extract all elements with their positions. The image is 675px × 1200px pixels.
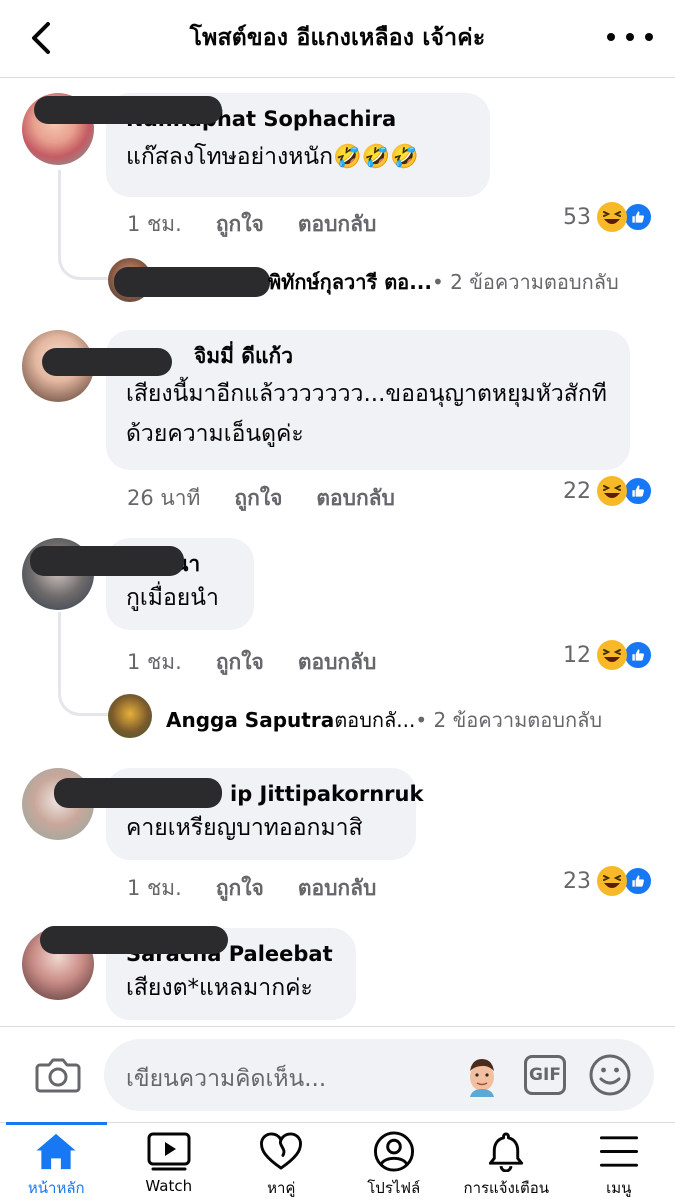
nav-profile[interactable]: โปรไฟล์ — [338, 1123, 451, 1200]
menu-icon — [599, 1136, 638, 1167]
emoji-icon[interactable] — [588, 1053, 632, 1097]
comment-text: กูเมื่อยนำ — [126, 585, 219, 611]
like-reaction-icon — [623, 866, 653, 896]
like-reaction-icon — [623, 476, 653, 506]
reaction-summary[interactable]: 22 — [563, 476, 653, 506]
nav-menu-label: เมนู — [606, 1179, 632, 1197]
reply-count: • 2 ข้อความตอบกลับ — [431, 270, 619, 294]
watch-icon — [147, 1132, 191, 1171]
reply-button[interactable]: ตอบกลับ — [298, 872, 377, 905]
comment-text: คายเหรียญบาทออกมาสิ — [126, 815, 363, 841]
dating-heart-icon — [260, 1132, 303, 1170]
redaction-bar — [30, 546, 184, 576]
reaction-count: 12 — [563, 642, 591, 668]
redaction-bar — [34, 96, 222, 124]
like-reaction-icon — [623, 202, 653, 232]
comment-actions: 1 ชม. ถูกใจ ตอบกลับ — [127, 872, 376, 905]
bottom-navigation: หน้าหลัก Watch หาคู่ โปรไฟล์ การแจ้งเตือ… — [0, 1122, 675, 1200]
page-title: โพสต์ของ อีแกงเหลือง เจ้าค่ะ — [189, 25, 486, 51]
nav-notifications[interactable]: การแจ้งเตือน — [450, 1123, 563, 1200]
reply-count: • 2 ข้อความตอบกลับ — [415, 708, 603, 732]
comment-actions: 1 ชม. ถูกใจ ตอบกลับ — [127, 208, 376, 241]
reply-thread-line — [58, 170, 108, 280]
reply-thread-line — [58, 612, 108, 716]
reaction-count: 23 — [563, 868, 591, 894]
redaction-bar — [114, 267, 270, 297]
like-reaction-icon — [623, 640, 653, 670]
comment-bubble[interactable]: จิมมี่ ดีแก้ว เสียงนี้มาอีกแล้ววววววว...… — [106, 330, 630, 470]
reply-action: ตอบกลั... — [334, 708, 416, 732]
redaction-bar — [40, 926, 228, 954]
haha-reaction-icon — [597, 866, 627, 896]
comment-author[interactable]: จิมมี่ ดีแก้ว — [126, 342, 610, 370]
avatar-sticker-icon[interactable] — [460, 1053, 504, 1097]
nav-dating[interactable]: หาคู่ — [225, 1123, 338, 1200]
comment-composer: เขียนความคิดเห็น... GIF — [0, 1026, 675, 1122]
avatar[interactable] — [108, 694, 152, 738]
nav-watch[interactable]: Watch — [113, 1123, 226, 1200]
gif-button[interactable]: GIF — [524, 1055, 566, 1095]
nav-notifications-label: การแจ้งเตือน — [463, 1179, 549, 1197]
like-button[interactable]: ถูกใจ — [216, 646, 264, 679]
reply-button[interactable]: ตอบกลับ — [316, 482, 395, 515]
comment-actions: 1 ชม. ถูกใจ ตอบกลับ — [127, 646, 376, 679]
comment-input[interactable]: เขียนความคิดเห็น... GIF — [104, 1039, 654, 1111]
comment-time: 1 ชม. — [127, 212, 182, 236]
profile-icon — [373, 1131, 414, 1172]
comment-text: แก๊สลงโทษอย่างหนัก🤣🤣🤣 — [126, 144, 419, 170]
haha-reaction-icon — [597, 640, 627, 670]
comment-actions: 26 นาที ถูกใจ ตอบกลับ — [127, 482, 395, 515]
camera-icon[interactable] — [34, 1055, 82, 1095]
like-button[interactable]: ถูกใจ — [216, 208, 264, 241]
comment-input-placeholder: เขียนความคิดเห็น... — [126, 1066, 327, 1092]
like-button[interactable]: ถูกใจ — [234, 482, 282, 515]
nav-profile-label: โปรไฟล์ — [367, 1179, 421, 1197]
comment-text: เสียงนี้มาอีกแล้ววววววว...ขออนุญาตหยุมหั… — [126, 381, 607, 447]
bell-icon — [489, 1132, 524, 1172]
reaction-summary[interactable]: 53 — [563, 202, 653, 232]
reaction-summary[interactable]: 23 — [563, 866, 653, 896]
reply-button[interactable]: ตอบกลับ — [298, 646, 377, 679]
comment-time: 26 นาที — [127, 486, 201, 510]
reaction-count: 53 — [563, 204, 591, 230]
comment-text: เสียงต*แหลมากค่ะ — [126, 975, 313, 1001]
haha-reaction-icon — [597, 476, 627, 506]
nav-dating-label: หาคู่ — [267, 1179, 296, 1197]
comment-time: 1 ชม. — [127, 650, 182, 674]
like-button[interactable]: ถูกใจ — [216, 872, 264, 905]
more-options-icon[interactable] — [607, 24, 653, 50]
home-icon — [36, 1133, 76, 1170]
reaction-summary[interactable]: 12 — [563, 640, 653, 670]
view-replies-link[interactable]: Angga Saputra ตอบกลั... • 2 ข้อความตอบกล… — [166, 704, 602, 736]
nav-menu[interactable]: เมนู — [563, 1123, 675, 1200]
top-bar: โพสต์ของ อีแกงเหลือง เจ้าค่ะ — [0, 0, 675, 78]
redaction-bar — [42, 348, 172, 376]
reply-button[interactable]: ตอบกลับ — [298, 208, 377, 241]
haha-reaction-icon — [597, 202, 627, 232]
nav-home[interactable]: หน้าหลัก — [0, 1122, 113, 1200]
reply-author: พิทักษ์กุลวารี ตอ... — [268, 270, 432, 294]
redaction-bar — [54, 778, 222, 808]
nav-home-label: หน้าหลัก — [27, 1179, 85, 1197]
reaction-count: 22 — [563, 478, 591, 504]
comment-time: 1 ชม. — [127, 876, 182, 900]
view-replies-link[interactable]: พิทักษ์กุลวารี ตอ... • 2 ข้อความตอบกลับ — [268, 266, 619, 298]
reply-author: Angga Saputra — [166, 708, 335, 732]
nav-watch-label: Watch — [145, 1177, 193, 1195]
